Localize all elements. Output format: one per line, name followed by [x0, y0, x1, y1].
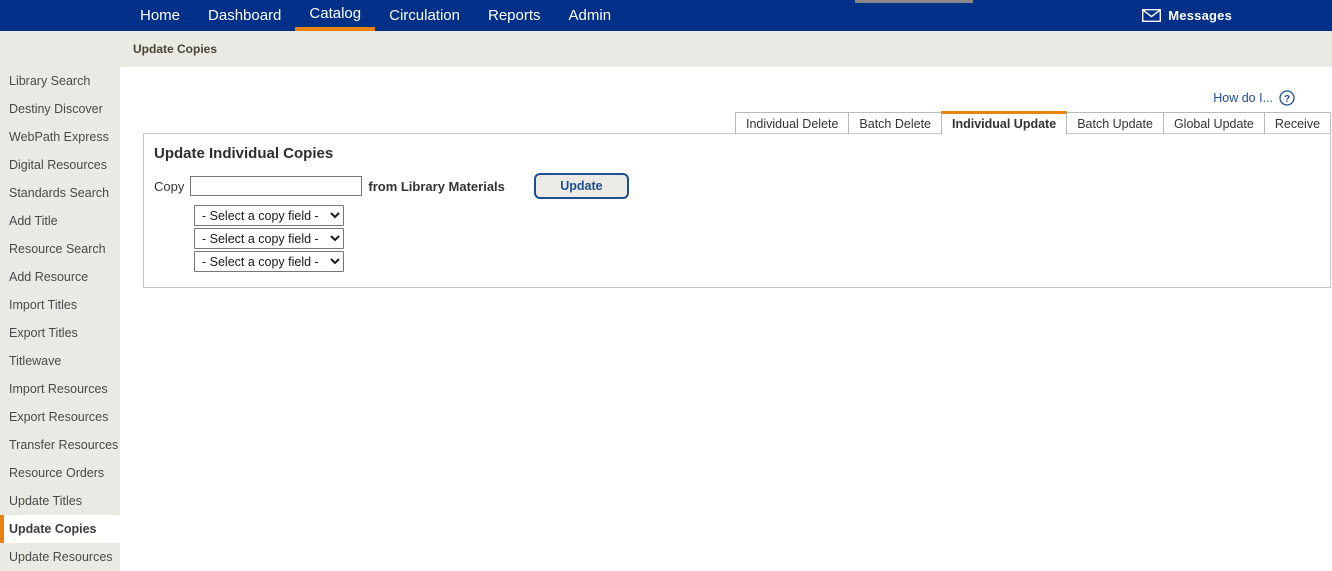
breadcrumb-bar: Update Copies [0, 31, 1332, 67]
nav-item-admin[interactable]: Admin [555, 0, 626, 31]
main-content: How do I... ? Individual Delete Batch De… [120, 67, 1332, 571]
sidebar-item-import-resources[interactable]: Import Resources [0, 375, 120, 403]
sidebar-item-titlewave[interactable]: Titlewave [0, 347, 120, 375]
tab-batch-delete[interactable]: Batch Delete [848, 112, 942, 135]
copy-field-select-3[interactable]: - Select a copy field - [194, 251, 344, 272]
nav-item-home[interactable]: Home [126, 0, 194, 31]
messages-link[interactable]: Messages [1142, 0, 1232, 31]
sidebar-item-update-copies[interactable]: Update Copies [0, 515, 120, 543]
envelope-icon [1142, 9, 1161, 22]
how-do-i-link[interactable]: How do I... ? [1213, 90, 1295, 106]
copy-input[interactable] [190, 176, 362, 196]
tab-individual-update[interactable]: Individual Update [941, 111, 1067, 135]
tab-receive[interactable]: Receive [1264, 112, 1331, 135]
sidebar-item-import-titles[interactable]: Import Titles [0, 291, 120, 319]
sidebar-item-export-titles[interactable]: Export Titles [0, 319, 120, 347]
breadcrumb: Update Copies [133, 42, 217, 56]
sidebar-item-add-resource[interactable]: Add Resource [0, 263, 120, 291]
copy-row: Copy from Library Materials Update [154, 173, 629, 199]
tab-global-update[interactable]: Global Update [1163, 112, 1265, 135]
primary-nav-items: Home Dashboard Catalog Circulation Repor… [126, 0, 625, 31]
copy-field-select-1[interactable]: - Select a copy field - [194, 205, 344, 226]
tab-batch-update[interactable]: Batch Update [1066, 112, 1164, 135]
sidebar-item-resource-search[interactable]: Resource Search [0, 235, 120, 263]
nav-item-circulation[interactable]: Circulation [375, 0, 474, 31]
sidebar-item-standards-search[interactable]: Standards Search [0, 179, 120, 207]
update-button[interactable]: Update [534, 173, 629, 199]
sidebar-item-add-title[interactable]: Add Title [0, 207, 120, 235]
top-navigation-bar: Home Dashboard Catalog Circulation Repor… [0, 0, 1332, 31]
question-circle-icon[interactable]: ? [1279, 90, 1295, 106]
update-individual-copies-panel: Update Individual Copies Copy from Libra… [143, 133, 1331, 288]
sidebar-item-webpath-express[interactable]: WebPath Express [0, 123, 120, 151]
sidebar: Library Search Destiny Discover WebPath … [0, 67, 120, 571]
topnav-partial-element [855, 0, 973, 3]
how-do-i-label: How do I... [1213, 91, 1273, 105]
sidebar-item-update-titles[interactable]: Update Titles [0, 487, 120, 515]
tab-individual-delete[interactable]: Individual Delete [735, 112, 849, 135]
sidebar-item-export-resources[interactable]: Export Resources [0, 403, 120, 431]
nav-item-reports[interactable]: Reports [474, 0, 555, 31]
messages-label: Messages [1168, 8, 1232, 23]
sidebar-item-digital-resources[interactable]: Digital Resources [0, 151, 120, 179]
nav-item-catalog[interactable]: Catalog [295, 0, 375, 31]
svg-text:?: ? [1284, 94, 1290, 105]
nav-item-dashboard[interactable]: Dashboard [194, 0, 295, 31]
sidebar-item-library-search[interactable]: Library Search [0, 67, 120, 95]
panel-title: Update Individual Copies [154, 145, 333, 162]
copy-field-selects: - Select a copy field - - Select a copy … [194, 205, 344, 274]
copy-field-select-2[interactable]: - Select a copy field - [194, 228, 344, 249]
tab-bar: Individual Delete Batch Delete Individua… [735, 111, 1330, 135]
copy-label: Copy [154, 179, 184, 194]
sidebar-item-resource-orders[interactable]: Resource Orders [0, 459, 120, 487]
sidebar-item-update-resources[interactable]: Update Resources [0, 543, 120, 571]
from-library-materials-label: from Library Materials [368, 179, 505, 194]
sidebar-item-destiny-discover[interactable]: Destiny Discover [0, 95, 120, 123]
sidebar-item-transfer-resources[interactable]: Transfer Resources [0, 431, 120, 459]
